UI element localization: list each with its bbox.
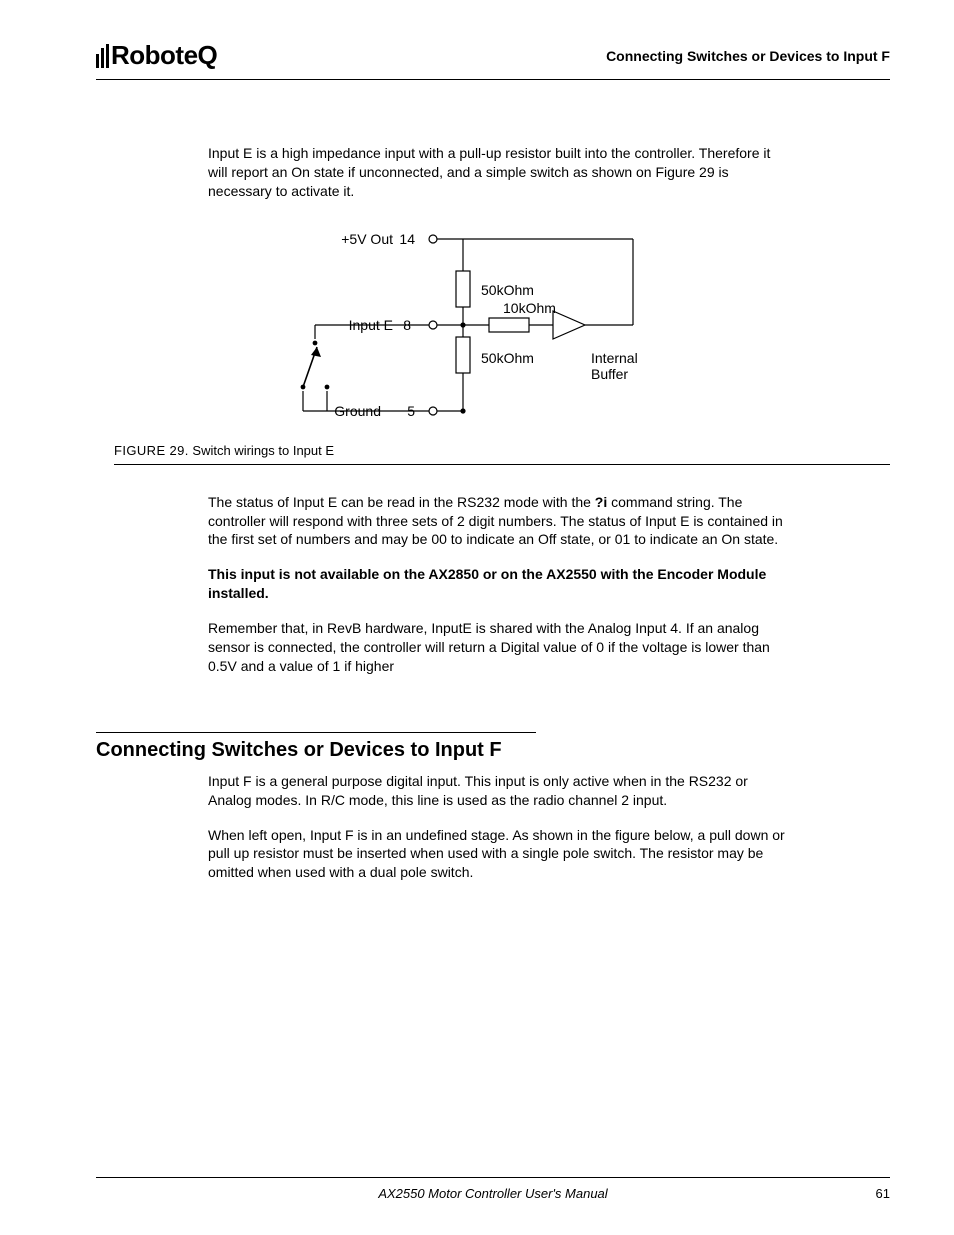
figure-caption-text: Switch wirings to Input E [192,443,334,458]
label-pin14: 14 [399,231,415,247]
command-string: ?i [595,494,607,510]
label-r50k-top: 50kOhm [481,282,534,298]
input-f-para-2: When left open, Input F is in an undefin… [208,826,790,883]
label-buffer1: Internal [591,350,638,366]
label-5vout: +5V Out [341,231,393,247]
status-paragraph: The status of Input E can be read in the… [208,493,790,550]
status-block: The status of Input E can be read in the… [208,493,790,676]
page-footer: AX2550 Motor Controller User's Manual 61 [96,1177,890,1201]
label-r10k: 10kOhm [503,300,556,316]
section-heading-input-f: Connecting Switches or Devices to Input … [96,732,536,762]
figure-29: 14 +5V Out 50kOhm 8 Input E 10kOhm [96,225,890,435]
availability-note: This input is not available on the AX285… [208,565,790,603]
logo-bars-icon [96,44,109,68]
circuit-diagram: 14 +5V Out 50kOhm 8 Input E 10kOhm [253,225,733,435]
figure-caption: FIGURE 29. Switch wirings to Input E [114,443,890,465]
footer-page-number: 61 [850,1186,890,1201]
revb-paragraph: Remember that, in RevB hardware, InputE … [208,619,790,676]
label-r50k-bottom: 50kOhm [481,350,534,366]
label-buffer2: Buffer [591,366,628,382]
intro-paragraph: Input E is a high impedance input with a… [208,144,790,201]
input-f-para-1: Input F is a general purpose digital inp… [208,772,790,810]
intro-block: Input E is a high impedance input with a… [208,144,790,201]
page-header: RoboteQ Connecting Switches or Devices t… [96,40,890,80]
brand-logo: RoboteQ [96,40,217,71]
page: RoboteQ Connecting Switches or Devices t… [0,0,954,1235]
logo-text: RoboteQ [111,40,217,71]
status-text-1: The status of Input E can be read in the… [208,494,595,510]
input-f-block: Input F is a general purpose digital inp… [208,772,790,882]
page-content: Input E is a high impedance input with a… [96,80,890,882]
footer-manual-title: AX2550 Motor Controller User's Manual [136,1186,850,1201]
figure-caption-prefix: FIGURE 29. [114,443,189,458]
header-section-title: Connecting Switches or Devices to Input … [606,48,890,64]
